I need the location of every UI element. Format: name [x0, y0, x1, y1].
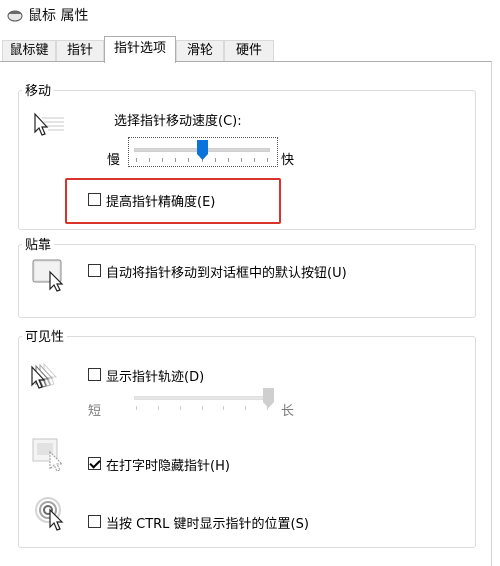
slider-tick: [215, 158, 216, 162]
slider-tick: [136, 406, 137, 410]
slider-tick: [162, 158, 163, 162]
speed-slow-label: 慢: [107, 153, 121, 168]
window-title: 鼠标 属性: [28, 8, 89, 24]
snap-to-button-icon: [32, 259, 64, 292]
slider-tick: [188, 158, 189, 162]
tab-pointers[interactable]: 指针: [56, 40, 104, 62]
tab-pointer-options[interactable]: 指针选项: [104, 36, 176, 63]
slider-tick: [136, 158, 137, 162]
slider-tick: [267, 158, 268, 162]
tab-bar: 鼠标键 指针 指针选项 滑轮 硬件: [0, 36, 500, 63]
snap-to-group: [18, 244, 476, 318]
title-bar: 鼠标 属性: [0, 0, 500, 30]
slider-tick: [245, 406, 246, 410]
trail-slider-thumb[interactable]: [263, 388, 274, 408]
pointer-trails-icon: [31, 362, 58, 389]
slider-tick: [241, 158, 242, 162]
hide-while-typing-label[interactable]: 在打字时隐藏指针(H): [106, 455, 230, 474]
slider-tick: [202, 406, 203, 410]
mouse-icon: [7, 10, 23, 22]
pointer-trails-checkbox[interactable]: [88, 368, 101, 381]
slider-tick: [175, 158, 176, 162]
tab-wheel[interactable]: 滑轮: [176, 40, 224, 62]
slider-tick: [228, 158, 229, 162]
trail-long-label: 长: [281, 404, 295, 419]
trail-slider-ticks: [136, 406, 268, 410]
snap-to-default-label[interactable]: 自动将指针移动到对话框中的默认按钮(U): [106, 262, 347, 281]
show-location-checkbox[interactable]: [88, 515, 101, 528]
visibility-group-label: 可见性: [22, 326, 68, 345]
speed-slider-thumb[interactable]: [197, 140, 208, 160]
pointer-trails-label[interactable]: 显示指针轨迹(D): [106, 366, 204, 385]
motion-group-label: 移动: [22, 80, 55, 99]
slider-tick: [158, 406, 159, 410]
slider-tick: [180, 406, 181, 410]
speed-fast-label: 快: [281, 153, 295, 168]
enhance-precision-checkbox[interactable]: [88, 193, 101, 206]
tab-buttons[interactable]: 鼠标键: [2, 40, 56, 62]
slider-tick: [149, 158, 150, 162]
hide-while-typing-icon: [32, 438, 64, 472]
enhance-precision-label[interactable]: 提高指针精确度(E): [106, 191, 215, 210]
show-location-label[interactable]: 当按 CTRL 键时显示指针的位置(S): [106, 513, 309, 532]
slider-tick: [254, 158, 255, 162]
show-location-icon: [35, 497, 64, 531]
trail-slider-track[interactable]: [134, 396, 270, 400]
pointer-speed-icon: [34, 112, 64, 136]
snap-to-default-checkbox[interactable]: [88, 264, 101, 277]
hide-while-typing-checkbox[interactable]: [88, 457, 101, 470]
slider-tick: [223, 406, 224, 410]
snap-to-group-label: 贴靠: [22, 234, 55, 253]
trail-short-label: 短: [88, 404, 102, 419]
pointer-speed-label: 选择指针移动速度(C):: [114, 114, 242, 129]
tab-hardware[interactable]: 硬件: [224, 40, 274, 62]
